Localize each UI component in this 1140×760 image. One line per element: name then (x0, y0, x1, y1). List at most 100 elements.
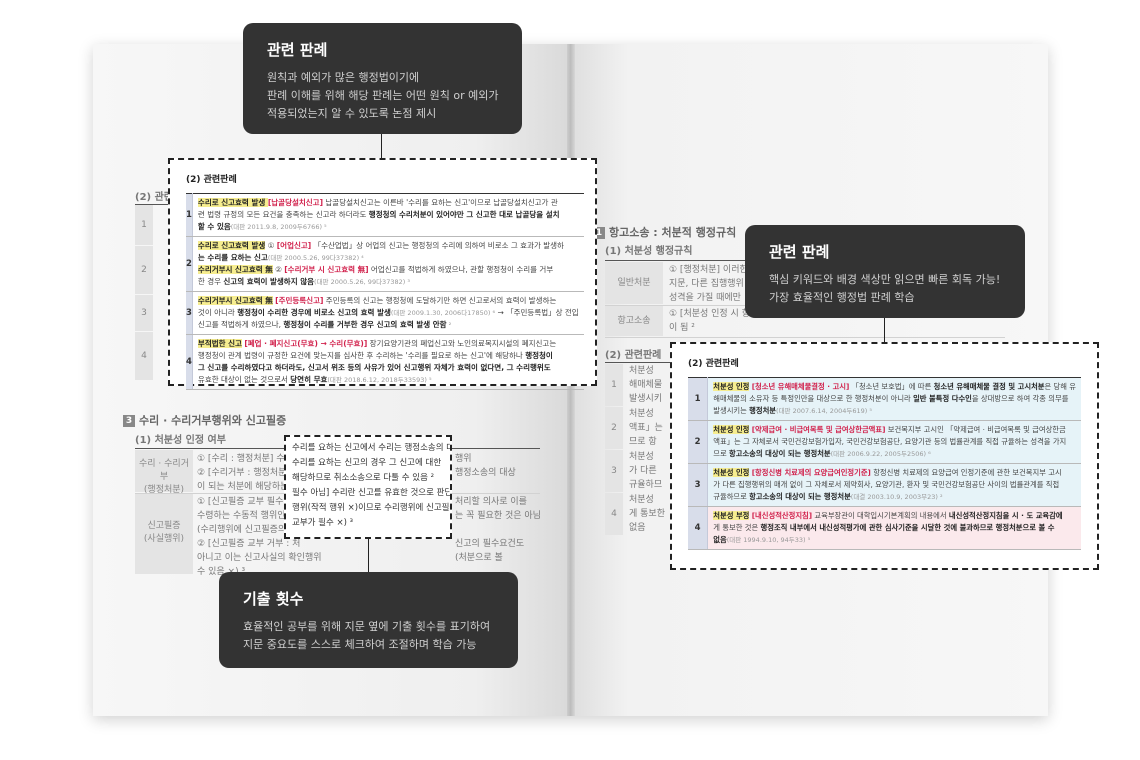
callout-exam-count: 기출 횟수 효율적인 공부를 위해 지문 옆에 기출 횟수를 표기하여 지문 중… (219, 572, 518, 668)
case-line: 처분성 부정 [내신성적산정지침] 교육부장관이 대학입시기본계획의 내용에서 … (713, 510, 1076, 522)
case-segment: 할 수 있음 (197, 222, 231, 231)
left-cell-b: 신고필증 (사실행위) (135, 494, 193, 574)
exam-count-lines: 수리를 요하는 신고에서 수리는 행정소송의 대상 수리를 요하는 신고의 경우… (292, 441, 452, 531)
bg-line-text: ② [신고필증 교부 거부 : 처 (197, 539, 301, 549)
case-segment: 당연히 무효 (290, 375, 328, 384)
case-segment: ² (446, 321, 452, 329)
bg-line-text: 필수 아님] 수리란 신고를 유효한 것으로 판단하고 (292, 488, 452, 498)
case-line: 처분성 인정 [항정신병 치료제의 요양급여인정기준] 항정신병 치료제의 요양… (713, 467, 1076, 479)
case-segment: 수리거부시 신고효력 無 (197, 265, 273, 274)
case-segment: [수리거부 시 신고효력 無] (284, 265, 369, 274)
callout-line: 가장 효율적인 행정법 판례 학습 (769, 291, 915, 304)
case-segment: 항고소송의 대상이 되는 행정처분 (749, 492, 851, 501)
case-segment: [주민등록신고] (275, 296, 324, 305)
right-section-heading: 1 항고소송 : 처분적 행정규칙 (593, 224, 736, 240)
right-row-num: 4 (605, 493, 623, 535)
case-line: 처분성 인정 [약제급여 · 비급여목록 및 급여상한금액표] 보건복지부 고시… (713, 424, 1076, 436)
callout-line: 핵심 키워드와 배경 색상만 읽으면 빠른 회독 가능! (769, 273, 1001, 286)
case-segment: (대판 2018.6.12, 2018두33593) ⁵ (327, 376, 432, 384)
bg-line-text: 수리를 요하는 신고에서 수리는 행정소송의 대상 (292, 443, 452, 453)
case-line: 처분성 인정 [청소년 유해매체물결정 · 고시] 「청소년 보호법」에 따른 … (713, 381, 1076, 393)
case-line: 한 경우 신고의 효력이 발생하지 않음(대판 2000.5.26, 99다37… (198, 276, 579, 288)
bg-line-text: 행위 (455, 454, 472, 464)
case-segment: 은 당해 유 (1044, 382, 1077, 391)
case-segment: 행정청이 수리한 경우에 비로소 신고의 효력 발생 (237, 308, 391, 317)
case-segment: 행정청이 수리를 거부한 경우 신고의 효력 발생 안함 (283, 320, 447, 329)
case-segment: 주민등록의 신고는 행정청에 도달하기만 하면 신고로서의 효력이 발생하는 (323, 296, 557, 305)
right-case-table: 1 처분성 인정 [청소년 유해매체물결정 · 고시] 「청소년 보호법」에 따른… (688, 377, 1081, 550)
case-line: 유효한 대상이 없는 것으로서 당연히 무효(대판 2018.6.12, 201… (198, 374, 579, 386)
case-segment: 그 신고를 수리하였다고 하더라도, 신고서 위조 등의 사유가 있어 신고행위… (197, 363, 551, 372)
case-text: 처분성 인정 [항정신병 치료제의 요양급여인정기준] 항정신병 치료제의 요양… (707, 463, 1081, 507)
case-line: 규율하므로 항고소송의 대상이 되는 행정처분(대결 2003.10.9, 20… (713, 491, 1076, 503)
case-segment: (대판 2011.9.8, 2009두6766) ⁵ (230, 223, 327, 231)
case-segment: 가 다른 집행행위의 매개 없이 그 자체로서 제약회사, 요양기관, 환자 및… (713, 480, 1060, 489)
exam-count-highlight: 수리를 요하는 신고에서 수리는 행정소송의 대상 수리를 요하는 신고의 경우… (284, 435, 452, 539)
case-segment: [내신성적산정지침] (751, 511, 813, 520)
case-segment: 처분성 인정 (713, 382, 750, 391)
callout-related-cases-top: 관련 판례 원칙과 예외가 많은 행정법이기에 판례 이해를 위해 해당 판례는… (243, 23, 522, 134)
case-segment: 수리로 신고효력 발생 (197, 241, 266, 250)
case-segment: 교육부장관이 대학입시기본계획의 내용에서 (812, 511, 949, 520)
right-row-num: 3 (605, 450, 623, 492)
case-segment: 는 수리를 요하는 신고 (197, 253, 268, 262)
case-text: 처분성 부정 [내신성적산정지침] 교육부장관이 대학입시기본계획의 내용에서 … (707, 506, 1081, 550)
bg-line-text: 해매체물 (629, 380, 663, 390)
bg-line-text: 게 통보한 (629, 509, 665, 519)
right-subheading: (1) 처분성 행정규칙 (605, 246, 693, 257)
case-segment: 행정조직 내부에서 내신성적평가에 관한 심사기준을 시달한 것에 불과하므로 … (760, 523, 1055, 532)
case-segment: 처분성 부정 (713, 511, 750, 520)
cell-line: (사실행위) (143, 534, 185, 544)
case-segment: 「청소년 보호법」에 따른 (849, 382, 934, 391)
case-segment: 한 경우 (197, 277, 224, 286)
case-text: 부적법한 신고 [폐업 · 폐지신고(무효) → 수리(무효)] 장기요양기관의… (192, 334, 584, 390)
case-segment: (대판 2006.9.22, 2005두2506) ⁶ (830, 450, 931, 458)
bg-line-text: 없음 (629, 523, 646, 533)
case-line: 그 신고를 수리하였다고 하더라도, 신고서 위조 등의 사유가 있어 신고행위… (198, 362, 579, 374)
left-row-num: 3 (135, 295, 153, 331)
rule (605, 337, 1005, 338)
callout-title: 관련 판례 (267, 41, 328, 59)
case-line: 수리로 신고효력 발생 ① [어업신고] 「수산업법」상 어업의 신고는 행정청… (197, 240, 579, 252)
right-case-box: (2) 관련판례 1 처분성 인정 [청소년 유해매체물결정 · 고시] 「청소년… (670, 342, 1099, 570)
cell-line: 신고필증 (147, 521, 181, 531)
case-line: 게 통보한 것은 행정조직 내부에서 내신성적평가에 관한 심사기준을 시달한 … (713, 522, 1076, 534)
case-segment: 유효한 대상이 없는 것으로서 (197, 375, 291, 384)
bg-line-text: 행위(작적 행위 ×)이므로 수리행위에 신고필증 교 (292, 503, 452, 513)
bg-line-text: 가 다른 (629, 466, 657, 476)
case-segment: 행정청이 (525, 351, 553, 360)
case-segment: 해매체물의 소유자 등 특정인만을 대상으로 한 행정처분이 아니라 (713, 394, 914, 403)
bg-line-text: 행정소송의 대상 (455, 468, 516, 478)
case-segment: 청소년 유해매체물 결정 및 고시처분 (933, 382, 1045, 391)
case-segment: 장기요양기관의 폐업신고와 노인의료복지시설의 폐지신고는 (367, 339, 557, 348)
case-row: 2 처분성 인정 [약제급여 · 비급여목록 및 급여상한금액표] 보건복지부 고… (688, 420, 1081, 464)
case-segment: 항고소송의 대상이 되는 행정처분 (729, 449, 831, 458)
case-segment: 일반 불특정 다수인 (913, 394, 972, 403)
callout-line: 판례 이해를 위해 해당 판례는 어떤 원칙 or 예외가 (267, 89, 499, 102)
right-row-num: 2 (605, 407, 623, 449)
case-line: 련 법령 규정의 모든 요건을 충족하는 신고라 하더라도 행정청의 수리처분이… (198, 209, 579, 221)
callout-title: 기출 횟수 (243, 590, 304, 608)
case-line: 없음(대판 1994.9.10, 94두33) ⁵ (713, 534, 1076, 546)
case-row: 3 수리거부시 신고효력 無 [주민등록신고] 주민등록의 신고는 행정청에 도달… (186, 291, 584, 335)
case-segment: 게 통보한 것은 (713, 523, 761, 532)
case-line: 해매체물의 소유자 등 특정인만을 대상으로 한 행정처분이 아니라 일반 불특… (713, 393, 1076, 405)
case-number: 2 (688, 420, 709, 464)
case-line: 할 수 있음(대판 2011.9.8, 2009두6766) ⁵ (198, 221, 579, 233)
case-segment: 련 법령 규정의 모든 요건을 충족하는 신고라 하더라도 (197, 210, 369, 219)
left-lines-b-right: 처리할 의사로 이를 는 꼭 필요한 것은 아님 신고의 필수요건도 (처분으로… (455, 495, 541, 565)
case-segment: 처분성 인정 (713, 425, 750, 434)
case-text: 수리로 신고효력 발생 ① [어업신고] 「수산업법」상 어업의 신고는 행정청… (192, 236, 584, 292)
bg-line-text: (처분으로 볼 (455, 553, 503, 563)
case-line: 발생시키는 행정처분(대판 2007.6.14, 2004두619) ⁵ (713, 405, 1076, 417)
cell-line: 수리 · 수리거부 (139, 459, 189, 482)
bg-line-text: 므로 항 (629, 437, 657, 447)
left-cell-a: 수리 · 수리거부 (행정처분) (135, 450, 193, 495)
case-segment: 을 상대방으로 하여 각종 의무를 (971, 394, 1069, 403)
case-segment: (대판 2000.5.26, 99다37382) ⁴ (267, 254, 364, 262)
case-number: 3 (688, 463, 709, 507)
right-lines-a: ① [행정처분] 이러한 지문, 다른 집행행위 성격을 가질 때에만 (669, 263, 748, 305)
right-cell-a: 일반처분 (605, 262, 663, 304)
case-segment: 수리로 신고효력 발생 (197, 198, 268, 207)
left-subheading: (1) 처분성 인정 여부 (135, 435, 226, 446)
